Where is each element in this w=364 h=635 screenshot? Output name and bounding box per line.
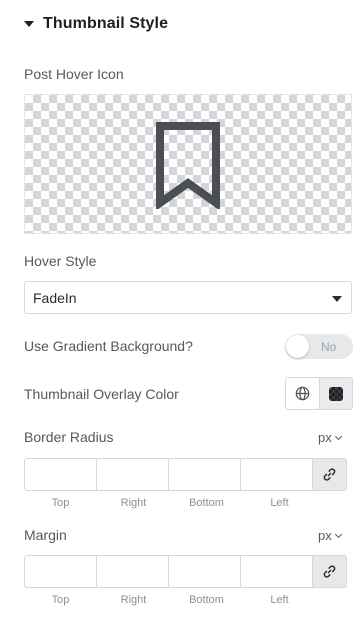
margin-label: Margin — [24, 527, 67, 543]
margin-field-labels: Top Right Bottom Left — [24, 594, 318, 606]
field-label-right: Right — [120, 594, 147, 606]
global-colors-button[interactable] — [286, 378, 319, 409]
hover-style-value: FadeIn — [33, 289, 77, 306]
margin-left-input[interactable] — [240, 555, 313, 588]
border-radius-top-input[interactable] — [24, 458, 97, 491]
link-values-button[interactable] — [312, 458, 347, 491]
unit-value: px — [318, 528, 332, 543]
globe-icon — [295, 386, 310, 401]
section-title: Thumbnail Style — [43, 15, 169, 32]
overlay-color-control — [285, 377, 353, 410]
field-label-bottom: Bottom — [189, 497, 224, 509]
post-hover-icon-label: Post Hover Icon — [24, 66, 124, 82]
overlay-color-label: Thumbnail Overlay Color — [24, 386, 179, 402]
toggle-knob — [286, 335, 309, 358]
toggle-text: No — [321, 340, 337, 354]
chevron-down-icon — [334, 432, 342, 440]
border-radius-field-labels: Top Right Bottom Left — [24, 497, 318, 509]
unit-value: px — [318, 430, 332, 445]
color-picker-button[interactable] — [318, 378, 352, 409]
bookmark-icon — [156, 122, 220, 209]
margin-right-input[interactable] — [96, 555, 169, 588]
margin-unit-select[interactable]: px — [318, 528, 342, 543]
border-radius-unit-select[interactable]: px — [318, 430, 342, 445]
field-label-left: Left — [270, 497, 289, 509]
field-label-left: Left — [270, 594, 289, 606]
chevron-down-icon — [332, 296, 342, 302]
link-icon — [323, 565, 336, 578]
field-label-right: Right — [120, 497, 147, 509]
field-label-top: Top — [51, 594, 70, 606]
hover-style-label: Hover Style — [24, 253, 97, 269]
link-values-button[interactable] — [312, 555, 347, 588]
margin-dimensions — [24, 555, 353, 588]
post-hover-icon-picker[interactable] — [24, 94, 352, 234]
link-icon — [323, 468, 336, 481]
color-swatch — [328, 386, 343, 401]
margin-bottom-input[interactable] — [168, 555, 241, 588]
border-radius-right-input[interactable] — [96, 458, 169, 491]
caret-down-icon — [24, 21, 34, 27]
gradient-background-label: Use Gradient Background? — [24, 338, 193, 354]
border-radius-dimensions — [24, 458, 353, 491]
field-label-top: Top — [51, 497, 70, 509]
chevron-down-icon — [334, 530, 342, 538]
margin-top-input[interactable] — [24, 555, 97, 588]
border-radius-bottom-input[interactable] — [168, 458, 241, 491]
border-radius-label: Border Radius — [24, 429, 114, 445]
border-radius-left-input[interactable] — [240, 458, 313, 491]
hover-style-select[interactable]: FadeIn — [24, 281, 352, 314]
gradient-background-toggle[interactable]: No — [285, 334, 353, 359]
field-label-bottom: Bottom — [189, 594, 224, 606]
section-toggle-thumbnail-style[interactable]: Thumbnail Style — [24, 12, 168, 36]
